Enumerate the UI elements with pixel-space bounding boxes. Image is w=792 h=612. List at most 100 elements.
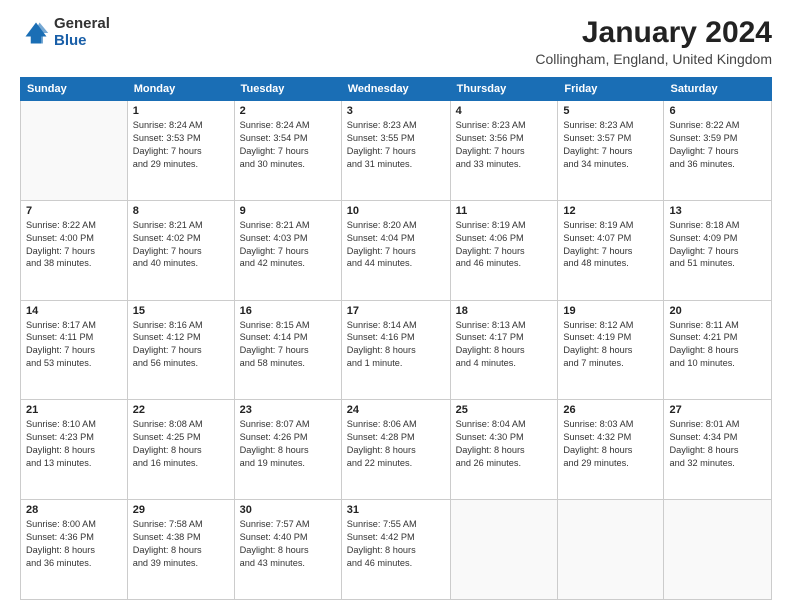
logo-general-label: General [54,16,110,33]
day-detail: Sunrise: 8:23 AMSunset: 3:57 PMDaylight:… [563,119,658,171]
day-number: 15 [133,305,229,317]
title-block: January 2024 Collingham, England, United… [535,16,772,67]
calendar-cell: 23 Sunrise: 8:07 AMSunset: 4:26 PMDayligh… [234,400,341,500]
day-detail: Sunrise: 8:04 AMSunset: 4:30 PMDaylight:… [456,418,553,470]
calendar-cell: 4 Sunrise: 8:23 AMSunset: 3:56 PMDaylight… [450,101,558,201]
calendar-cell [450,500,558,600]
day-number: 10 [347,205,445,217]
calendar-cell: 20Sunrise: 8:11 AMSunset: 4:21 PMDayligh… [664,300,772,400]
day-detail: Sunrise: 8:15 AMSunset: 4:14 PMDaylight:… [240,319,336,371]
day-detail: Sunrise: 8:00 AMSunset: 4:36 PMDaylight:… [26,518,122,570]
calendar-cell: 11Sunrise: 8:19 AMSunset: 4:06 PMDayligh… [450,200,558,300]
calendar-cell: 9Sunrise: 8:21 AMSunset: 4:03 PMDaylight… [234,200,341,300]
calendar-cell: 6 Sunrise: 8:22 AMSunset: 3:59 PMDaylight… [664,101,772,201]
day-number: 19 [563,305,658,317]
calendar-cell: 16 Sunrise: 8:15 AMSunset: 4:14 PMDayligh… [234,300,341,400]
calendar-cell: 21 Sunrise: 8:10 AMSunset: 4:23 PMDayligh… [21,400,128,500]
day-detail: Sunrise: 7:57 AMSunset: 4:40 PMDaylight:… [240,518,336,570]
calendar-cell: 31 Sunrise: 7:55 AMSunset: 4:42 PMDayligh… [341,500,450,600]
header-row: Sunday Monday Tuesday Wednesday Thursday… [21,78,772,101]
calendar-cell: 3 Sunrise: 8:23 AMSunset: 3:55 PMDaylight… [341,101,450,201]
calendar-cell: 14Sunrise: 8:17 AMSunset: 4:11 PMDayligh… [21,300,128,400]
calendar-cell: 29Sunrise: 7:58 AMSunset: 4:38 PMDayligh… [127,500,234,600]
calendar-body: 1 Sunrise: 8:24 AMSunset: 3:53 PMDaylight… [21,101,772,600]
day-detail: Sunrise: 8:03 AMSunset: 4:32 PMDaylight:… [563,418,658,470]
calendar-cell: 18Sunrise: 8:13 AMSunset: 4:17 PMDayligh… [450,300,558,400]
day-number: 21 [26,404,122,416]
page: General Blue January 2024 Collingham, En… [0,0,792,612]
calendar-cell: 8Sunrise: 8:21 AMSunset: 4:02 PMDaylight… [127,200,234,300]
day-detail: Sunrise: 8:10 AMSunset: 4:23 PMDaylight:… [26,418,122,470]
calendar-week-row: 28Sunrise: 8:00 AMSunset: 4:36 PMDayligh… [21,500,772,600]
day-number: 7 [26,205,122,217]
day-number: 20 [669,305,766,317]
day-number: 16 [240,305,336,317]
calendar-cell: 10 Sunrise: 8:20 AMSunset: 4:04 PMDayligh… [341,200,450,300]
day-number: 1 [133,105,229,117]
day-detail: Sunrise: 8:24 AMSunset: 3:54 PMDaylight:… [240,119,336,171]
calendar-week-row: 1 Sunrise: 8:24 AMSunset: 3:53 PMDaylight… [21,101,772,201]
day-number: 2 [240,105,336,117]
day-detail: Sunrise: 8:22 AMSunset: 3:59 PMDaylight:… [669,119,766,171]
col-saturday: Saturday [664,78,772,101]
day-detail: Sunrise: 8:19 AMSunset: 4:07 PMDaylight:… [563,219,658,271]
day-number: 26 [563,404,658,416]
day-number: 3 [347,105,445,117]
calendar-cell: 1 Sunrise: 8:24 AMSunset: 3:53 PMDaylight… [127,101,234,201]
day-detail: Sunrise: 8:08 AMSunset: 4:25 PMDaylight:… [133,418,229,470]
day-detail: Sunrise: 8:16 AMSunset: 4:12 PMDaylight:… [133,319,229,371]
day-number: 12 [563,205,658,217]
day-number: 31 [347,504,445,516]
day-number: 11 [456,205,553,217]
calendar-week-row: 14Sunrise: 8:17 AMSunset: 4:11 PMDayligh… [21,300,772,400]
logo: General Blue [20,16,110,49]
day-number: 5 [563,105,658,117]
day-number: 13 [669,205,766,217]
day-detail: Sunrise: 8:23 AMSunset: 3:55 PMDaylight:… [347,119,445,171]
calendar-cell: 2 Sunrise: 8:24 AMSunset: 3:54 PMDaylight… [234,101,341,201]
location: Collingham, England, United Kingdom [535,51,772,67]
col-wednesday: Wednesday [341,78,450,101]
logo-text: General Blue [54,16,110,49]
day-detail: Sunrise: 8:14 AMSunset: 4:16 PMDaylight:… [347,319,445,371]
col-tuesday: Tuesday [234,78,341,101]
calendar-cell [664,500,772,600]
day-detail: Sunrise: 8:23 AMSunset: 3:56 PMDaylight:… [456,119,553,171]
day-detail: Sunrise: 8:07 AMSunset: 4:26 PMDaylight:… [240,418,336,470]
calendar-cell: 15 Sunrise: 8:16 AMSunset: 4:12 PMDayligh… [127,300,234,400]
calendar-cell: 27Sunrise: 8:01 AMSunset: 4:34 PMDayligh… [664,400,772,500]
calendar-cell: 12 Sunrise: 8:19 AMSunset: 4:07 PMDayligh… [558,200,664,300]
calendar-header: Sunday Monday Tuesday Wednesday Thursday… [21,78,772,101]
day-detail: Sunrise: 8:12 AMSunset: 4:19 PMDaylight:… [563,319,658,371]
month-title: January 2024 [535,16,772,49]
day-detail: Sunrise: 8:24 AMSunset: 3:53 PMDaylight:… [133,119,229,171]
day-number: 23 [240,404,336,416]
calendar-table: Sunday Monday Tuesday Wednesday Thursday… [20,77,772,600]
calendar-cell: 13Sunrise: 8:18 AMSunset: 4:09 PMDayligh… [664,200,772,300]
calendar-cell [21,101,128,201]
calendar-cell: 5 Sunrise: 8:23 AMSunset: 3:57 PMDaylight… [558,101,664,201]
col-friday: Friday [558,78,664,101]
day-number: 6 [669,105,766,117]
day-number: 25 [456,404,553,416]
day-number: 14 [26,305,122,317]
day-detail: Sunrise: 7:55 AMSunset: 4:42 PMDaylight:… [347,518,445,570]
day-number: 24 [347,404,445,416]
col-sunday: Sunday [21,78,128,101]
day-detail: Sunrise: 8:06 AMSunset: 4:28 PMDaylight:… [347,418,445,470]
day-detail: Sunrise: 8:20 AMSunset: 4:04 PMDaylight:… [347,219,445,271]
calendar-cell: 7 Sunrise: 8:22 AMSunset: 4:00 PMDaylight… [21,200,128,300]
col-monday: Monday [127,78,234,101]
day-number: 22 [133,404,229,416]
day-number: 4 [456,105,553,117]
calendar-cell: 17Sunrise: 8:14 AMSunset: 4:16 PMDayligh… [341,300,450,400]
calendar-cell: 25 Sunrise: 8:04 AMSunset: 4:30 PMDayligh… [450,400,558,500]
calendar-cell: 30Sunrise: 7:57 AMSunset: 4:40 PMDayligh… [234,500,341,600]
col-thursday: Thursday [450,78,558,101]
calendar-cell: 26 Sunrise: 8:03 AMSunset: 4:32 PMDayligh… [558,400,664,500]
calendar-week-row: 21 Sunrise: 8:10 AMSunset: 4:23 PMDayligh… [21,400,772,500]
day-number: 27 [669,404,766,416]
logo-icon [22,19,50,47]
day-detail: Sunrise: 8:22 AMSunset: 4:00 PMDaylight:… [26,219,122,271]
calendar-cell [558,500,664,600]
